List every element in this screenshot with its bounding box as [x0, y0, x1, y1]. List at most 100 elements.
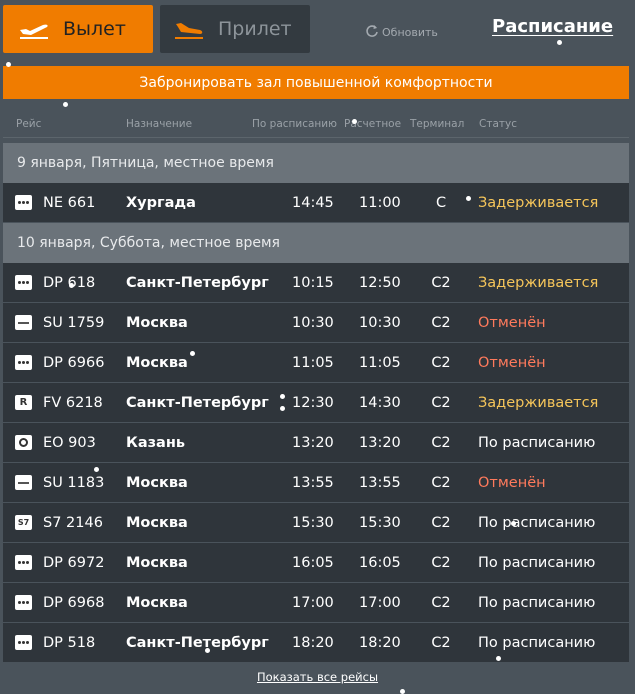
flight-row[interactable]: S7 S7 2146 Москва 15:30 15:30 C2 По расписанию	[3, 503, 629, 543]
artifact-dot	[511, 521, 516, 526]
tab-departure[interactable]: Вылет	[3, 5, 153, 53]
flight-number: DP 518	[43, 634, 96, 651]
terminal: C2	[431, 634, 451, 651]
show-all-flights-link[interactable]: Показать все рейсы	[0, 670, 635, 684]
g-airline-logo-icon	[15, 435, 32, 450]
s7-airline-logo-icon: S7	[15, 515, 32, 530]
terminal: C2	[431, 594, 451, 611]
scheduled-time: 12:30	[292, 394, 334, 411]
terminal: C2	[431, 274, 451, 291]
artifact-dot	[63, 102, 68, 107]
airline-logo-cell	[15, 263, 32, 302]
schedule-link[interactable]: Расписание	[492, 16, 613, 37]
refresh-button[interactable]: Обновить	[365, 24, 438, 41]
destination: Санкт-Петербург	[126, 394, 269, 411]
scheduled-time: 17:00	[292, 594, 334, 611]
estimated-time: 11:00	[359, 194, 401, 211]
status: Отменён	[478, 314, 546, 331]
dots-airline-logo-icon	[15, 275, 32, 290]
airline-logo-cell	[15, 463, 32, 502]
estimated-time: 13:55	[359, 474, 401, 491]
estimated-time: 17:00	[359, 594, 401, 611]
airline-logo-cell	[15, 623, 32, 662]
estimated-time: 16:05	[359, 554, 401, 571]
flight-number: EO 903	[43, 434, 96, 451]
destination: Казань	[126, 434, 186, 451]
destination: Санкт-Петербург	[126, 274, 269, 291]
flight-row[interactable]: EO 903 Казань 13:20 13:20 C2 По расписанию	[3, 423, 629, 463]
plane-landing-icon	[172, 18, 206, 40]
estimated-time: 18:20	[359, 634, 401, 651]
status: Отменён	[478, 474, 546, 491]
artifact-dot	[69, 283, 74, 288]
terminal: C2	[431, 434, 451, 451]
status: По расписанию	[478, 594, 596, 611]
dots-airline-logo-icon	[15, 355, 32, 370]
flight-row[interactable]: SU 1759 Москва 10:30 10:30 C2 Отменён	[3, 303, 629, 343]
terminal: C	[435, 194, 447, 211]
estimated-time: 13:20	[359, 434, 401, 451]
airline-logo-cell: S7	[15, 503, 32, 542]
terminal: C2	[431, 514, 451, 531]
lounge-booking-banner[interactable]: Забронировать зал повышенной комфортност…	[3, 66, 629, 99]
status: По расписанию	[478, 434, 596, 451]
flights-table: 9 января, Пятница, местное время NE 661 Ху…	[3, 143, 629, 663]
tab-arrival-label: Прилет	[218, 18, 292, 40]
flight-row[interactable]: DP 618 Санкт-Петербург 10:15 12:50 C2 Задержи…	[3, 263, 629, 303]
scheduled-time: 16:05	[292, 554, 334, 571]
artifact-dot	[6, 62, 11, 67]
airline-logo-cell: R	[15, 383, 32, 422]
flight-row[interactable]: DP 6972 Москва 16:05 16:05 C2 По расписанию	[3, 543, 629, 583]
terminal: C2	[431, 354, 451, 371]
col-scheduled: По расписанию	[252, 118, 337, 130]
col-destination: Назначение	[126, 118, 193, 130]
destination: Москва	[126, 594, 188, 611]
airline-logo-cell	[15, 343, 32, 382]
flight-row[interactable]: DP 6966 Москва 11:05 11:05 C2 Отменён	[3, 343, 629, 383]
plane-takeoff-icon	[17, 18, 51, 40]
airline-logo-cell	[15, 583, 32, 622]
scheduled-time: 18:20	[292, 634, 334, 651]
airline-logo-cell	[15, 303, 32, 342]
flight-row[interactable]: DP 6968 Москва 17:00 17:00 C2 По расписанию	[3, 583, 629, 623]
airline-logo-cell	[15, 183, 32, 222]
col-flight: Рейс	[16, 118, 42, 130]
destination: Москва	[126, 514, 188, 531]
scheduled-time: 13:55	[292, 474, 334, 491]
scheduled-time: 10:15	[292, 274, 334, 291]
estimated-time: 11:05	[359, 354, 401, 371]
estimated-time: 12:50	[359, 274, 401, 291]
artifact-dot	[190, 351, 195, 356]
date-header: 9 января, Пятница, местное время	[3, 143, 629, 183]
status: Задерживается	[478, 274, 599, 291]
flight-row[interactable]: DP 518 Санкт-Петербург 18:20 18:20 C2 По расп…	[3, 623, 629, 663]
artifact-dot	[352, 119, 357, 124]
flight-number: DP 6972	[43, 554, 105, 571]
terminal: C2	[431, 554, 451, 571]
airline-logo-cell	[15, 543, 32, 582]
dots-airline-logo-icon	[15, 595, 32, 610]
scheduled-time: 14:45	[292, 194, 334, 211]
artifact-dot	[400, 689, 405, 694]
col-terminal: Терминал	[410, 118, 465, 130]
artifact-dot	[280, 394, 285, 399]
flight-number: SU 1759	[43, 314, 105, 331]
artifact-dot	[496, 656, 501, 661]
airline-logo-cell	[15, 423, 32, 462]
refresh-label: Обновить	[382, 26, 438, 39]
flight-row[interactable]: R FV 6218 Санкт-Петербург 12:30 14:30 C2 Задер…	[3, 383, 629, 423]
table-header: Рейс Назначение По расписанию Расчетное …	[0, 116, 635, 134]
flight-row[interactable]: NE 661 Хургада 14:45 11:00 C Задерживается	[3, 183, 629, 223]
refresh-icon	[365, 24, 379, 41]
r-airline-logo-icon: R	[15, 395, 32, 410]
flight-number: S7 2146	[43, 514, 103, 531]
tab-arrival[interactable]: Прилет	[160, 5, 310, 53]
flight-number: NE 661	[43, 194, 96, 211]
status: По расписанию	[478, 514, 596, 531]
dots-airline-logo-icon	[15, 635, 32, 650]
scheduled-time: 15:30	[292, 514, 334, 531]
terminal: C2	[431, 394, 451, 411]
artifact-dot	[466, 196, 471, 201]
artifact-dot	[94, 467, 99, 472]
line-airline-logo-icon	[15, 475, 32, 490]
